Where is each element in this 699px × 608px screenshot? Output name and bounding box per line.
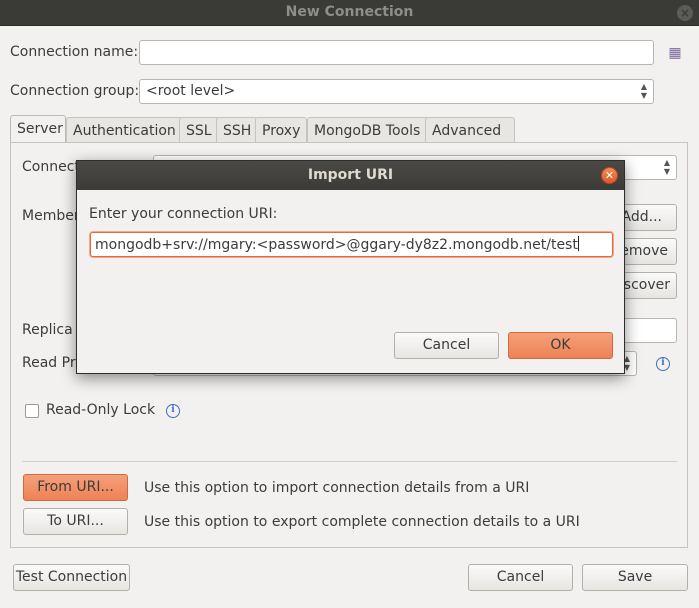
read-only-lock-info-icon[interactable]: i	[166, 404, 180, 418]
tab-advanced[interactable]: Advanced	[425, 117, 515, 143]
read-only-lock-checkbox[interactable]	[25, 404, 39, 418]
dialog-title: Import URI	[307, 167, 394, 183]
from-uri-button[interactable]: From URI...	[23, 474, 128, 501]
read-only-lock-label: Read-Only Lock	[46, 402, 156, 418]
tab-ssh[interactable]: SSH	[216, 117, 258, 143]
window-titlebar: New Connection ×	[0, 0, 699, 26]
tab-ssl[interactable]: SSL	[179, 117, 221, 143]
text-caret	[577, 236, 579, 251]
window-title: New Connection	[285, 4, 414, 20]
read-preference-label: Read Pre	[22, 355, 84, 371]
test-connection-button[interactable]: Test Connection	[13, 564, 130, 591]
panel-separator	[22, 461, 677, 462]
tab-server[interactable]: Server	[10, 115, 66, 144]
import-uri-dialog: Import URI ✕ Enter your connection URI: …	[76, 160, 625, 374]
read-preference-info-icon[interactable]: i	[656, 357, 670, 371]
connection-name-label: Connection name:	[10, 44, 139, 60]
dialog-cancel-button[interactable]: Cancel	[394, 332, 499, 359]
uri-input[interactable]: mongodb+srv://mgary:<password>@ggary-dy8…	[90, 232, 613, 257]
members-label: Member	[22, 208, 80, 224]
uri-prompt-label: Enter your connection URI:	[89, 206, 278, 222]
tab-proxy[interactable]: Proxy	[255, 117, 307, 143]
connection-type-label: Connect	[22, 159, 80, 175]
connection-group-label: Connection group:	[10, 83, 140, 99]
updown-arrows-icon: ▲ ▼	[640, 82, 647, 100]
tab-authentication[interactable]: Authentication	[66, 117, 189, 143]
window-close-icon[interactable]: ×	[677, 5, 693, 21]
cancel-button[interactable]: Cancel	[468, 564, 573, 591]
to-uri-description: Use this option to export complete conne…	[144, 514, 580, 530]
uri-input-value: mongodb+srv://mgary:<password>@ggary-dy8…	[95, 237, 578, 253]
dialog-ok-button[interactable]: OK	[508, 332, 613, 359]
dialog-titlebar: Import URI ✕	[77, 161, 624, 190]
connection-group-value: <root level>	[146, 83, 236, 99]
tab-mongodb-tools[interactable]: MongoDB Tools	[307, 117, 433, 143]
save-button[interactable]: Save	[582, 564, 688, 591]
from-uri-description: Use this option to import connection det…	[144, 480, 530, 496]
connection-group-select[interactable]: <root level> ▲ ▼	[139, 79, 654, 104]
connection-name-input[interactable]	[139, 40, 654, 65]
to-uri-button[interactable]: To URI...	[23, 508, 128, 535]
updown-arrows-icon: ▲ ▼	[663, 158, 670, 176]
grid-icon[interactable]: ▦	[666, 44, 684, 62]
dialog-close-icon[interactable]: ✕	[601, 167, 618, 184]
